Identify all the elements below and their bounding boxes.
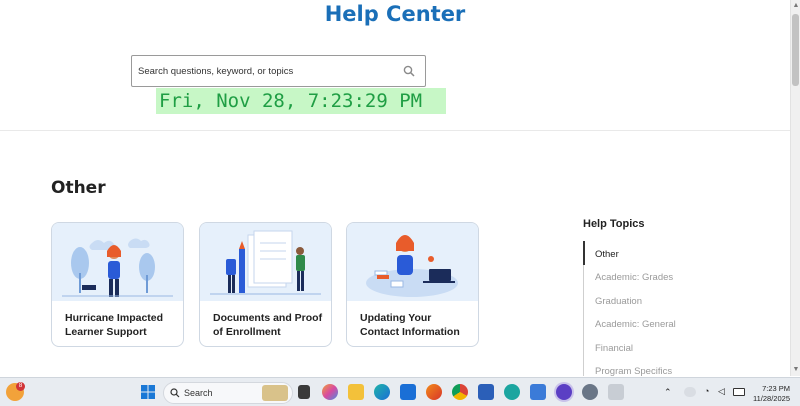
card-label: Documents and Proof of Enrollment [213, 312, 323, 338]
volume-icon[interactable]: ◁ [718, 386, 725, 397]
taskbar-date[interactable]: 11/28/2025 [748, 394, 790, 403]
taskbar-search-icon [170, 388, 180, 398]
help-topics-list: Other Academic: Grades Graduation Academ… [583, 241, 783, 376]
scroll-down-arrow-icon[interactable]: ▼ [792, 366, 800, 374]
header-divider [0, 130, 790, 131]
snipping-tool-icon[interactable] [608, 384, 624, 400]
card-illustration-documents [200, 223, 331, 301]
onedrive-cloud-icon[interactable] [684, 387, 696, 397]
microsoft-store-icon[interactable] [478, 384, 494, 400]
firefox-icon[interactable] [426, 384, 442, 400]
card-hurricane-support[interactable]: Hurricane Impacted Learner Support [51, 222, 184, 347]
card-illustration-contact [347, 223, 478, 301]
taskbar-time[interactable]: 7:23 PM [748, 384, 790, 393]
topic-academic-grades[interactable]: Academic: Grades [595, 272, 673, 283]
scroll-up-arrow-icon[interactable]: ▲ [792, 2, 800, 10]
outlook-icon[interactable] [400, 384, 416, 400]
topic-graduation[interactable]: Graduation [595, 296, 642, 307]
file-explorer-icon[interactable] [348, 384, 364, 400]
taskbar-search-label: Search [184, 388, 213, 398]
card-illustration-hurricane [52, 223, 183, 301]
help-topics-title: Help Topics [583, 218, 645, 230]
topic-program-specifics[interactable]: Program Specifics [595, 366, 672, 376]
scroll-thumb[interactable] [792, 14, 799, 86]
task-view-icon[interactable] [298, 385, 310, 399]
page-title: Help Center [324, 2, 466, 26]
vertical-scrollbar[interactable]: ▲ ▼ [790, 0, 800, 376]
tray-overflow-chevron-icon[interactable]: ⌃ [664, 387, 672, 398]
app-teal-icon[interactable] [504, 384, 520, 400]
section-title: Other [51, 178, 106, 198]
search-box[interactable] [131, 55, 426, 87]
help-topics-panel: Help Topics Other Academic: Grades Gradu… [583, 218, 783, 376]
search-highlight-icon [262, 385, 288, 401]
active-topic-marker [583, 241, 585, 265]
card-label: Hurricane Impacted Learner Support [65, 312, 164, 338]
settings-gear-icon[interactable] [582, 384, 598, 400]
card-enrollment-documents[interactable]: Documents and Proof of Enrollment [199, 222, 332, 347]
topic-academic-general[interactable]: Academic: General [595, 319, 676, 330]
edge-browser-icon[interactable] [374, 384, 390, 400]
taskbar-search[interactable]: Search [163, 382, 293, 404]
notepad-icon[interactable] [530, 384, 546, 400]
card-update-contact[interactable]: Updating Your Contact Information [346, 222, 479, 347]
help-center-page: Help Center Fri, Nov 28, 7:23:29 PM Othe… [0, 0, 790, 376]
wifi-icon[interactable]: ◔ [704, 386, 709, 396]
card-label: Updating Your Contact Information [360, 312, 460, 338]
copilot-icon[interactable] [322, 384, 338, 400]
search-icon[interactable] [403, 65, 415, 77]
notification-badge: 8 [16, 382, 25, 391]
clock-overlay: Fri, Nov 28, 7:23:29 PM [156, 88, 446, 114]
windows-taskbar: 8 Search ⌃ ◔ ◁ 7:23 PM 11/28/2025 [0, 377, 800, 406]
topic-other[interactable]: Other [595, 249, 619, 260]
search-input[interactable] [138, 56, 393, 86]
chrome-icon[interactable] [452, 384, 468, 400]
windows-start-icon[interactable] [140, 384, 156, 400]
topic-financial[interactable]: Financial [595, 343, 633, 354]
clock-app-icon[interactable] [556, 384, 572, 400]
battery-icon[interactable] [733, 388, 745, 396]
